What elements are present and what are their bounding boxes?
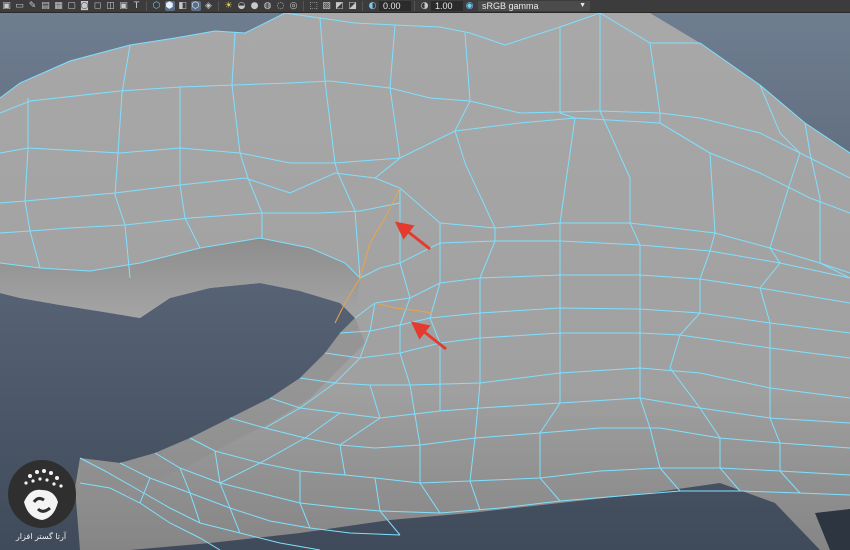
lock-camera-icon[interactable]: ▭ [15, 1, 25, 11]
film-gate-icon[interactable]: ▢ [67, 1, 77, 11]
wireframe-on-shaded-icon[interactable]: ⬡ [190, 1, 201, 11]
ambient-occlusion-icon[interactable]: ● [250, 1, 260, 11]
exposure-icon[interactable]: ◐ [368, 1, 378, 11]
xray-joints-icon[interactable]: ◩ [335, 1, 345, 11]
anti-aliasing-icon[interactable]: ◌ [276, 1, 286, 11]
color-management-icon[interactable]: ◉ [465, 1, 475, 11]
smooth-shade-icon[interactable]: ⬢ [164, 1, 175, 11]
gamma-icon[interactable]: ◑ [420, 1, 430, 11]
toolbar-separator [362, 1, 363, 11]
viewport-canvas[interactable] [0, 13, 850, 550]
exposure-field[interactable] [379, 1, 411, 11]
lights-icon[interactable]: ☀ [224, 1, 234, 11]
motion-blur-icon[interactable]: ◍ [263, 1, 273, 11]
toolbar-separator [146, 1, 147, 11]
toolbar-separator [414, 1, 415, 11]
resolution-gate-icon[interactable]: ◙ [80, 1, 90, 11]
gate-mask-icon[interactable]: ◻ [93, 1, 103, 11]
color-space-dropdown[interactable]: sRGB gamma ▼ [478, 1, 590, 11]
gamma-field[interactable] [431, 1, 463, 11]
toolbar-separator [218, 1, 219, 11]
shadows-icon[interactable]: ◒ [237, 1, 247, 11]
default-material-icon[interactable]: ◧ [178, 1, 188, 11]
viewport-toolbar: ▣▭✎▤▦▢◙◻◫▣T⬡⬢◧⬡◈☀◒●◍◌◎⬚▧◩◪◐ ◑ ◉ sRGB gam… [0, 0, 850, 13]
watermark-logo: آرتا گستر افزار [4, 454, 78, 548]
field-chart-icon[interactable]: ◫ [106, 1, 116, 11]
watermark-emblem [8, 460, 76, 528]
select-camera-icon[interactable]: ▣ [2, 1, 12, 11]
image-plane-icon[interactable]: ▤ [41, 1, 51, 11]
bookmarks-icon[interactable]: ✎ [28, 1, 38, 11]
xray-icon[interactable]: ▧ [322, 1, 332, 11]
depth-of-field-icon[interactable]: ◎ [289, 1, 299, 11]
xray-components-icon[interactable]: ◪ [348, 1, 358, 11]
isolate-select-icon[interactable]: ⬚ [309, 1, 319, 11]
3d-viewport[interactable]: آرتا گستر افزار [0, 13, 850, 550]
watermark-caption: آرتا گستر افزار [15, 532, 67, 541]
safe-action-icon[interactable]: ▣ [119, 1, 129, 11]
textured-icon[interactable]: ◈ [204, 1, 214, 11]
grid-icon[interactable]: ▦ [54, 1, 64, 11]
chevron-down-icon: ▼ [579, 2, 586, 9]
toolbar-separator [303, 1, 304, 11]
safe-title-icon[interactable]: T [132, 1, 142, 11]
toolbar-icons: ▣ ▭ ✎ ▤ ▦ ▢ ◙ ◻ ◫ ▣ T ⬡ ⬢ ◧ ⬡ ◈ ☀ ◒ ● ◍ ◌ ◎ ⬚ ▧ ◩ ◪ ◐ [0, 1, 379, 11]
color-space-label: sRGB gamma [482, 1, 539, 11]
wireframe-icon[interactable]: ⬡ [152, 1, 162, 11]
